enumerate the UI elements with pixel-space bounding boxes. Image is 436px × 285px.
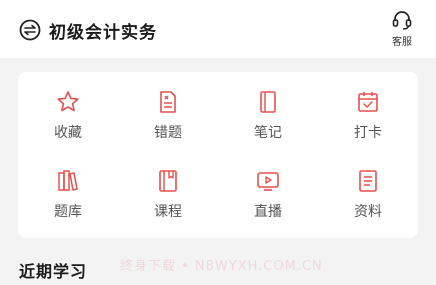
recent-study-title: 近期学习 [19,262,88,281]
grid-item-label: 错题 [154,125,182,141]
grid-item-label: 资料 [354,204,382,220]
grid-item-favorites[interactable]: 收藏 [35,89,101,145]
grid-item-label: 收藏 [54,125,82,141]
grid-item-label: 笔记 [254,125,282,141]
grid-item-label: 直播 [254,204,282,220]
course-title: 初级会计实务 [49,22,157,43]
wrong-question-icon [160,91,176,113]
grid-item-label: 打卡 [354,125,382,141]
star-icon [57,91,79,112]
customer-service-button[interactable]: 客服 [386,9,418,49]
course-switcher[interactable]: 初级会计实务 [19,17,157,43]
live-play-icon [257,172,279,191]
notebook-icon [260,91,276,113]
grid-item-question-bank[interactable]: 题库 [35,168,101,224]
customer-service-label: 客服 [392,37,412,48]
course-icon [159,170,177,192]
document-icon [359,170,377,192]
grid-item-label: 课程 [154,204,182,220]
top-bar: 初级会计实务 客服 [0,0,436,58]
grid-item-wrong-questions[interactable]: 错题 [135,89,201,145]
headset-icon [392,11,412,30]
grid-item-materials[interactable]: 资料 [335,168,401,224]
switch-course-icon [19,19,41,41]
grid-item-check-in[interactable]: 打卡 [335,89,401,145]
grid-item-live[interactable]: 直播 [235,168,301,224]
books-icon [58,170,78,191]
watermark: 终身下载 • N8WYXH.COM.CN [120,259,323,274]
grid-item-label: 题库 [54,204,82,220]
calendar-check-icon [358,92,378,112]
grid-item-courses[interactable]: 课程 [135,168,201,224]
grid-item-notes[interactable]: 笔记 [235,89,301,145]
feature-grid: 收藏 错题 笔记 打卡 题库 课程 直播 资料 [18,72,418,238]
